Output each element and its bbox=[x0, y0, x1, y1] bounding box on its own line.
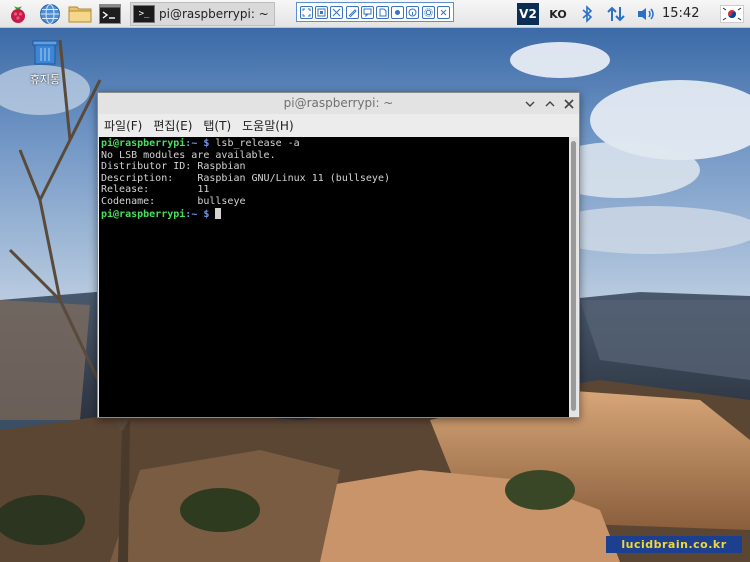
info-icon[interactable] bbox=[406, 5, 420, 19]
terminal-output-line: Distributor ID: Raspbian bbox=[101, 161, 246, 173]
terminal-output-line: Codename: bullseye bbox=[101, 195, 246, 207]
terminal-launcher-icon[interactable] bbox=[98, 2, 122, 26]
terminal-scrollbar[interactable] bbox=[569, 137, 578, 417]
terminal-output-line: No LSB modules are available. bbox=[101, 149, 276, 161]
prompt-dir: :~ $ bbox=[185, 138, 210, 149]
menu-edit[interactable]: 편집(E) bbox=[148, 117, 197, 134]
file-transfer-icon[interactable] bbox=[376, 5, 390, 19]
menu-file[interactable]: 파일(F) bbox=[99, 117, 147, 134]
terminal-current-prompt: pi@raspberrypi:~ $ bbox=[101, 207, 569, 220]
remote-toolbar bbox=[296, 2, 454, 22]
taskbar: >_ pi@raspberrypi: ~ V2 KO 15:42 bbox=[0, 0, 750, 28]
trash-label: 휴지통 bbox=[29, 73, 61, 86]
terminal-output-line: Description: Raspbian GNU/Linux 11 (bull… bbox=[101, 172, 390, 184]
trash-bin-icon bbox=[32, 40, 58, 65]
maximize-icon bbox=[545, 100, 555, 106]
settings-gear-icon[interactable] bbox=[421, 5, 435, 19]
scrollbar-thumb[interactable] bbox=[571, 141, 576, 411]
network-updown-icon[interactable] bbox=[604, 0, 628, 28]
prompt-user: pi@raspberrypi bbox=[101, 138, 186, 149]
fullscreen-icon[interactable] bbox=[300, 5, 314, 19]
menu-help[interactable]: 도움말(H) bbox=[237, 117, 299, 134]
browser-globe-icon[interactable] bbox=[38, 2, 62, 26]
menu-bar: 파일(F) 편집(E) 탭(T) 도움말(H) bbox=[98, 114, 579, 136]
korea-flag-icon[interactable] bbox=[718, 0, 746, 28]
record-icon[interactable] bbox=[391, 5, 405, 19]
file-manager-folder-icon[interactable] bbox=[68, 2, 92, 26]
desktop-trash[interactable]: 휴지통 bbox=[24, 38, 66, 87]
minimize-button[interactable] bbox=[522, 96, 538, 111]
vnc-icon[interactable]: V2 bbox=[516, 0, 540, 28]
terminal-output[interactable]: pi@raspberrypi:~ $ lsb_release -a No LSB… bbox=[99, 137, 569, 417]
close-session-icon[interactable] bbox=[436, 5, 450, 19]
terminal-command: lsb_release -a bbox=[209, 138, 300, 149]
screen-select-icon[interactable] bbox=[315, 5, 329, 19]
taskbar-clock[interactable]: 15:42 bbox=[662, 0, 699, 28]
terminal-task-icon: >_ bbox=[133, 5, 155, 23]
pointer-icon[interactable] bbox=[330, 5, 344, 19]
volume-icon[interactable] bbox=[634, 0, 658, 28]
input-method-icon[interactable]: KO bbox=[546, 0, 570, 28]
window-title: pi@raspberrypi: ~ bbox=[283, 96, 394, 110]
close-button[interactable] bbox=[561, 96, 577, 111]
window-titlebar[interactable]: pi@raspberrypi: ~ bbox=[98, 93, 579, 114]
terminal-cursor bbox=[215, 207, 222, 219]
taskbar-task-title: pi@raspberrypi: ~ bbox=[159, 7, 269, 21]
maximize-button[interactable] bbox=[542, 96, 558, 111]
terminal-output-line: Release: 11 bbox=[101, 184, 210, 196]
chat-icon[interactable] bbox=[360, 5, 374, 19]
prompt-dir: :~ $ bbox=[185, 208, 210, 220]
taskbar-terminal-task[interactable]: >_ pi@raspberrypi: ~ bbox=[130, 2, 275, 26]
close-icon bbox=[564, 98, 574, 109]
terminal-command-line: pi@raspberrypi:~ $ lsb_release -a bbox=[101, 138, 569, 150]
prompt-user: pi@raspberrypi bbox=[101, 208, 186, 220]
raspberry-menu-icon[interactable] bbox=[6, 2, 30, 26]
bluetooth-icon[interactable] bbox=[576, 0, 598, 28]
terminal-window: pi@raspberrypi: ~ 파일(F) 편집(E) 탭(T) 도움말(H… bbox=[97, 92, 580, 418]
menu-tabs[interactable]: 탭(T) bbox=[198, 117, 236, 134]
draw-icon[interactable] bbox=[345, 5, 359, 19]
watermark-text: lucidbrain.co.kr bbox=[606, 536, 742, 553]
minimize-icon bbox=[525, 101, 535, 107]
